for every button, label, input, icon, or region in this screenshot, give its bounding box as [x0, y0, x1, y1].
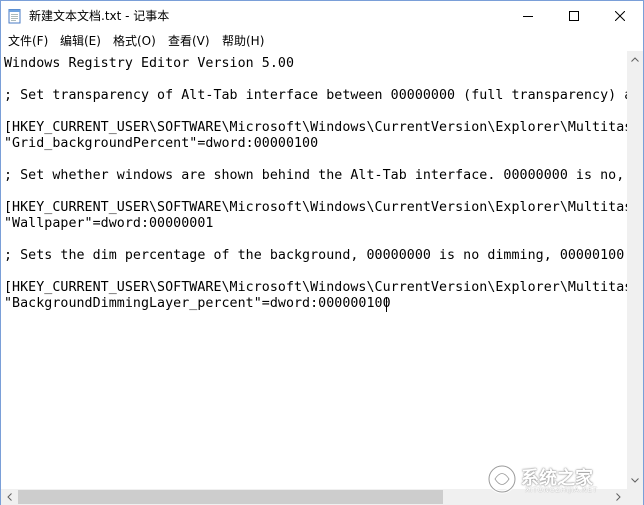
watermark-logo-icon — [487, 464, 517, 494]
menu-format[interactable]: 格式(O) — [113, 33, 156, 49]
editor-line: [HKEY_CURRENT_USER\SOFTWARE\Microsoft\Wi… — [4, 200, 627, 215]
editor-line: "Wallpaper"=dword:00000001 — [4, 216, 214, 231]
chevron-up-icon — [631, 57, 639, 62]
scroll-up-button[interactable] — [627, 51, 643, 68]
menu-view[interactable]: 查看(V) — [168, 33, 210, 49]
watermark-subtext: XITONGZHIJIA.NET — [525, 486, 598, 494]
title-bar[interactable]: 新建文本文档.txt - 记事本 — [1, 1, 643, 31]
text-caret — [386, 297, 387, 312]
window-title: 新建文本文档.txt - 记事本 — [29, 9, 170, 23]
notepad-icon — [8, 9, 21, 24]
chevron-left-icon — [7, 493, 12, 501]
editor-line: Windows Registry Editor Version 5.00 — [4, 56, 294, 71]
editor-line: ; Set whether windows are shown behind t… — [4, 168, 625, 183]
menu-bar: 文件(F) 编辑(E) 格式(O) 查看(V) 帮助(H) — [1, 31, 643, 51]
editor-line: [HKEY_CURRENT_USER\SOFTWARE\Microsoft\Wi… — [4, 280, 627, 295]
text-editor[interactable]: Windows Registry Editor Version 5.00 ; S… — [1, 51, 627, 489]
menu-edit[interactable]: 编辑(E) — [60, 33, 101, 49]
scroll-left-button[interactable] — [1, 489, 18, 505]
site-watermark: 系统之家 XITONGZHIJIA.NET — [485, 460, 635, 500]
editor-line: ; Set transparency of Alt-Tab interface … — [4, 88, 627, 103]
maximize-button[interactable] — [551, 1, 597, 31]
editor-line: [HKEY_CURRENT_USER\SOFTWARE\Microsoft\Wi… — [4, 120, 627, 135]
menu-help[interactable]: 帮助(H) — [222, 33, 264, 49]
close-icon — [615, 11, 625, 21]
maximize-icon — [569, 11, 579, 21]
minimize-button[interactable] — [505, 1, 551, 31]
notepad-window: 新建文本文档.txt - 记事本 文件(F) 编辑(E) 格式(O) 查看(V)… — [0, 0, 644, 505]
editor-line: "Grid_backgroundPercent"=dword:00000100 — [4, 136, 319, 151]
minimize-icon — [523, 16, 533, 17]
editor-line: "BackgroundDimmingLayer_percent"=dword:0… — [4, 296, 391, 311]
editor-line: ; Sets the dim percentage of the backgro… — [4, 248, 625, 263]
menu-file[interactable]: 文件(F) — [8, 33, 48, 49]
close-button[interactable] — [597, 1, 643, 31]
horizontal-scroll-thumb[interactable] — [18, 490, 443, 504]
vertical-scrollbar[interactable] — [627, 51, 643, 489]
